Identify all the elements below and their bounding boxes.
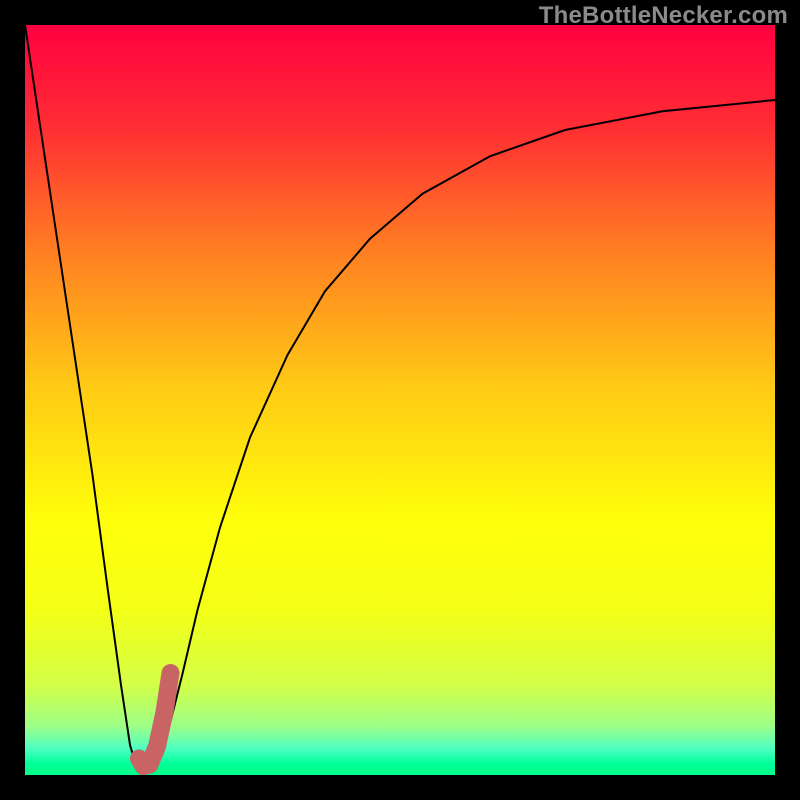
chart-frame: TheBottleNecker.com — [0, 0, 800, 800]
chart-background — [25, 25, 775, 775]
bottleneck-chart — [25, 25, 775, 775]
